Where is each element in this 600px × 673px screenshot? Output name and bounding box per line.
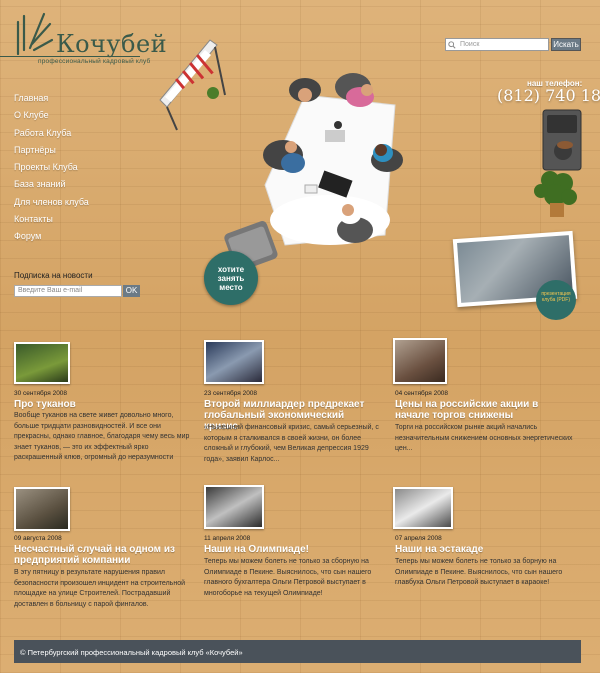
nav-item-about[interactable]: О Клубе (14, 110, 89, 127)
nav-item-home[interactable]: Главная (14, 93, 89, 110)
search-button[interactable]: Искать (551, 38, 581, 51)
news-date: 07 апреля 2008 (395, 535, 442, 542)
logo-name[interactable]: Кочубей (56, 30, 167, 58)
nav-item-members[interactable]: Для членов клуба (14, 197, 89, 214)
news-title[interactable]: Цены на российские акции в начале торгов… (395, 399, 565, 421)
promo-line-3: место (219, 283, 243, 292)
news-thumb-toucan[interactable] (14, 342, 70, 384)
news-text: Вообще туканов на свете живет довольно м… (14, 412, 190, 461)
presentation-pdf-badge[interactable]: презентация клуба (PDF) (536, 280, 576, 320)
nav-item-forum[interactable]: Форум (14, 231, 89, 248)
news-text: Теперь мы можем болеть не только за сбор… (204, 558, 372, 597)
news-text: «Нынешний финансовый кризис, самый серье… (204, 424, 379, 463)
news-title[interactable]: Наши на эстакаде (395, 544, 565, 555)
news-thumb-stocks[interactable] (393, 338, 447, 384)
subscribe-ok-button[interactable]: OK (123, 285, 140, 297)
promo-line-1: хотите (217, 265, 245, 274)
logo-subtitle: профессиональный кадровый клуб (38, 58, 151, 65)
search-icon (448, 41, 456, 49)
news-title[interactable]: Про туканов (14, 399, 194, 410)
search-input[interactable]: Поиск (445, 38, 549, 51)
nav-item-contacts[interactable]: Контакты (14, 214, 89, 231)
subscribe-email-input[interactable]: Введите Ваш e-mail (14, 285, 122, 297)
phone-plant-illustration (534, 109, 582, 217)
flipchart-illustration (159, 39, 226, 131)
news-text: В эту пятницу в результате нарушения пра… (14, 569, 185, 608)
news-text: Теперь мы можем болеть не только за борн… (395, 558, 563, 586)
news-date: 09 августа 2008 (14, 535, 62, 542)
logo-divider (0, 56, 140, 57)
news-text: Торги на российском рынке акций начались… (395, 424, 573, 452)
news-thumb-accident[interactable] (14, 487, 70, 531)
logo-hand-icon[interactable] (10, 10, 55, 55)
news-title[interactable]: Наши на Олимпиаде! (204, 544, 379, 555)
news-title[interactable]: Несчастный случай на одном из предприяти… (14, 544, 184, 566)
phone-number: (812) 740 18 11 (497, 86, 600, 105)
news-thumb-olympics[interactable] (204, 485, 264, 529)
meeting-illustration (159, 39, 403, 272)
nav-item-knowledge-base[interactable]: База знаний (14, 179, 89, 196)
subscribe-label: Подписка на новости (14, 271, 93, 280)
news-date: 30 сентября 2008 (14, 390, 68, 397)
promo-line-2: занять (217, 274, 245, 283)
news-thumb-billionaire[interactable] (204, 340, 264, 384)
news-thumb-overpass[interactable] (393, 487, 453, 529)
news-date: 04 сентября 2008 (395, 390, 449, 397)
nav-item-partners[interactable]: Партнёры (14, 145, 89, 162)
main-nav: Главная О Клубе Работа Клуба Партнёры Пр… (14, 93, 89, 249)
news-date: 23 сентября 2008 (204, 390, 258, 397)
news-date: 11 апреля 2008 (204, 535, 251, 542)
nav-item-club-work[interactable]: Работа Клуба (14, 128, 89, 145)
nav-item-projects[interactable]: Проекты Клуба (14, 162, 89, 179)
footer-copyright: © Петербургский профессиональный кадровы… (20, 648, 243, 657)
promo-take-seat-button[interactable]: хотите занять место (204, 251, 258, 305)
